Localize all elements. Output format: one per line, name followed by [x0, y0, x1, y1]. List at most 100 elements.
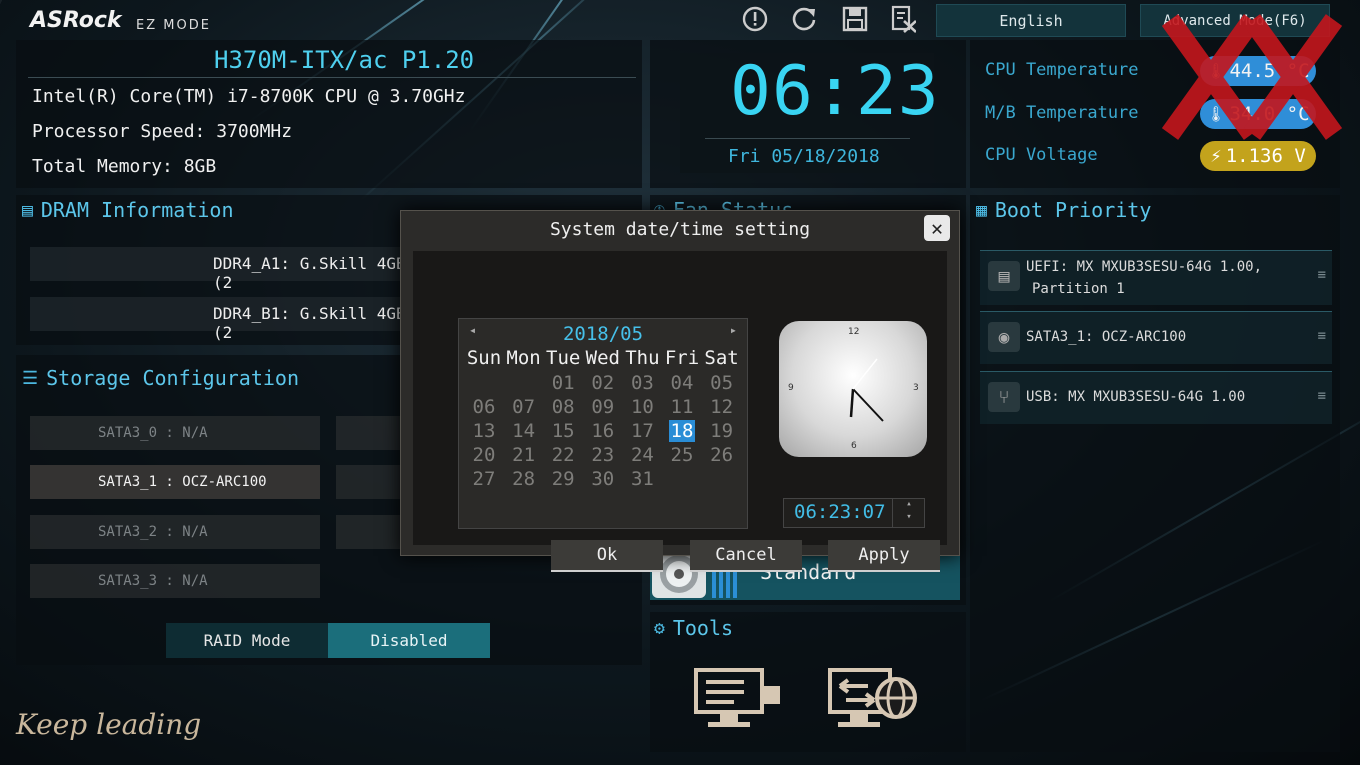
discard-exit-icon[interactable]: [890, 5, 916, 33]
calendar-day[interactable]: 24: [622, 444, 662, 466]
tools-heading: ⚙ Tools: [654, 616, 733, 640]
calendar-day[interactable]: 26: [702, 444, 742, 466]
sata-port-0-label: SATA3_0 : N/A: [98, 425, 208, 441]
boot-item-3-line1: USB: MX MXUB3SESU-64G 1.00: [1026, 389, 1246, 405]
calendar-day[interactable]: 28: [504, 468, 544, 490]
drag-handle-icon[interactable]: ≡: [1318, 388, 1326, 404]
sata-port-0[interactable]: SATA3_0 : N/A: [30, 416, 320, 450]
dram-slot-b1: DDR4_B1: G.Skill 4GB (2: [30, 297, 410, 342]
calendar-day[interactable]: 16: [583, 420, 623, 442]
help-icon[interactable]: [742, 6, 768, 32]
weekday-header: Mon: [506, 347, 541, 369]
weekday-header: Fri: [664, 347, 700, 369]
bolt-icon: ⚡: [1210, 145, 1222, 167]
calendar-day[interactable]: 09: [583, 396, 623, 418]
time-spinner[interactable]: ▴ ▾: [892, 499, 925, 527]
calendar-day[interactable]: 05: [702, 372, 742, 394]
cpu-voltage-value: ⚡ 1.136 V: [1200, 141, 1316, 171]
dram-heading: ▤ DRAM Information: [22, 198, 234, 222]
datetime-dialog: System date/time setting ✕ ◂ 2018/05 ▸ S…: [400, 210, 960, 572]
sata-port-1[interactable]: SATA3_1 : OCZ-ARC100: [30, 465, 320, 499]
ok-button[interactable]: Ok: [551, 540, 663, 572]
total-memory: Total Memory: 8GB: [32, 156, 217, 177]
drag-handle-icon[interactable]: ≡: [1318, 267, 1326, 283]
save-icon[interactable]: [842, 6, 868, 32]
calendar-day[interactable]: 10: [622, 396, 662, 418]
asrock-logo: ASRock: [30, 8, 122, 33]
keep-leading-watermark: Keep leading: [16, 708, 202, 741]
hdd-icon: ◉: [988, 322, 1020, 352]
uefi-icon: ▤: [988, 261, 1020, 291]
sata-port-3[interactable]: SATA3_3 : N/A: [30, 564, 320, 598]
internet-flash-tool-icon[interactable]: [828, 668, 918, 730]
calendar-day[interactable]: 30: [583, 468, 623, 490]
apply-button[interactable]: Apply: [828, 540, 940, 572]
calendar-day-selected[interactable]: 18: [662, 420, 702, 442]
calendar-day[interactable]: 02: [583, 372, 623, 394]
sata-port-col2-1[interactable]: [336, 465, 404, 499]
sata-port-2-label: SATA3_2 : N/A: [98, 524, 208, 540]
dialog-title: System date/time setting: [549, 219, 811, 240]
calendar-day[interactable]: 27: [464, 468, 504, 490]
time-input-value: 06:23:07: [794, 501, 886, 523]
language-button[interactable]: English: [936, 4, 1126, 37]
analog-clock: 12 3 6 9: [779, 321, 927, 457]
mb-temp-label: M/B Temperature: [985, 103, 1139, 123]
calendar-day[interactable]: 20: [464, 444, 504, 466]
calendar-day[interactable]: 04: [662, 372, 702, 394]
calendar-day[interactable]: 13: [464, 420, 504, 442]
next-month-icon[interactable]: ▸: [730, 323, 737, 337]
calendar-day[interactable]: 03: [622, 372, 662, 394]
calendar-day[interactable]: 31: [622, 468, 662, 490]
calendar-day[interactable]: 14: [504, 420, 544, 442]
sata-port-col2-2[interactable]: [336, 515, 404, 549]
calendar-day[interactable]: 08: [543, 396, 583, 418]
sata-port-col2-0[interactable]: [336, 416, 404, 450]
current-date: Fri 05/18/2018: [728, 146, 880, 167]
instant-flash-tool-icon[interactable]: [694, 668, 784, 730]
boot-item-1[interactable]: ▤ UEFI: MX MXUB3SESU-64G 1.00, Partition…: [980, 250, 1332, 305]
calendar-day[interactable]: 25: [662, 444, 702, 466]
weekday-header: Sat: [704, 347, 739, 369]
boot-heading: ▦ Boot Priority: [976, 198, 1151, 222]
calendar-day[interactable]: 21: [504, 444, 544, 466]
calendar-day[interactable]: 19: [702, 420, 742, 442]
spin-down-icon[interactable]: ▾: [893, 512, 925, 522]
calendar-day[interactable]: 12: [702, 396, 742, 418]
boot-item-2[interactable]: ◉ SATA3_1: OCZ-ARC100 ≡: [980, 311, 1332, 364]
weekday-header: Tue: [546, 347, 581, 369]
storage-heading: ☰ Storage Configuration: [22, 366, 299, 390]
spin-up-icon[interactable]: ▴: [893, 499, 925, 512]
board-title-underline: [28, 77, 636, 78]
weekday-header: Wed: [585, 347, 620, 369]
raid-mode-value[interactable]: Disabled: [328, 623, 490, 658]
time-input[interactable]: 06:23:07 ▴ ▾: [783, 498, 925, 528]
dram-slot-a1: DDR4_A1: G.Skill 4GB (2: [30, 247, 410, 292]
cancel-button[interactable]: Cancel: [690, 540, 802, 572]
tools-title: Tools: [672, 616, 734, 640]
database-icon: ☰: [22, 367, 39, 389]
boot-item-3[interactable]: ⑂ USB: MX MXUB3SESU-64G 1.00 ≡: [980, 371, 1332, 424]
boot-title: Boot Priority: [994, 198, 1152, 222]
calendar-day[interactable]: 29: [543, 468, 583, 490]
processor-speed: Processor Speed: 3700MHz: [32, 121, 293, 142]
calendar-day[interactable]: 01: [543, 372, 583, 394]
calendar-day[interactable]: 23: [583, 444, 623, 466]
grid-icon: ▦: [976, 199, 987, 221]
refresh-icon[interactable]: [790, 6, 816, 32]
close-icon[interactable]: ✕: [924, 215, 950, 241]
sata-port-2[interactable]: SATA3_2 : N/A: [30, 515, 320, 549]
weekday-header: Thu: [625, 347, 660, 369]
calendar-day[interactable]: 15: [543, 420, 583, 442]
calendar-day[interactable]: 07: [504, 396, 544, 418]
dram-slot-b1-label: DDR4_B1: G.Skill 4GB (2: [213, 304, 406, 342]
memory-icon: ▤: [22, 199, 33, 221]
dialog-body: ◂ 2018/05 ▸ Sun Mon Tue Wed Thu Fri Sat 01 02 03 0…: [413, 251, 947, 572]
calendar-day[interactable]: 17: [622, 420, 662, 442]
calendar-day[interactable]: 06: [464, 396, 504, 418]
sata-port-1-label: SATA3_1 : OCZ-ARC100: [98, 474, 267, 490]
calendar-day[interactable]: 22: [543, 444, 583, 466]
drag-handle-icon[interactable]: ≡: [1318, 328, 1326, 344]
calendar-day[interactable]: 11: [662, 396, 702, 418]
gear-icon: ⚙: [654, 617, 665, 639]
